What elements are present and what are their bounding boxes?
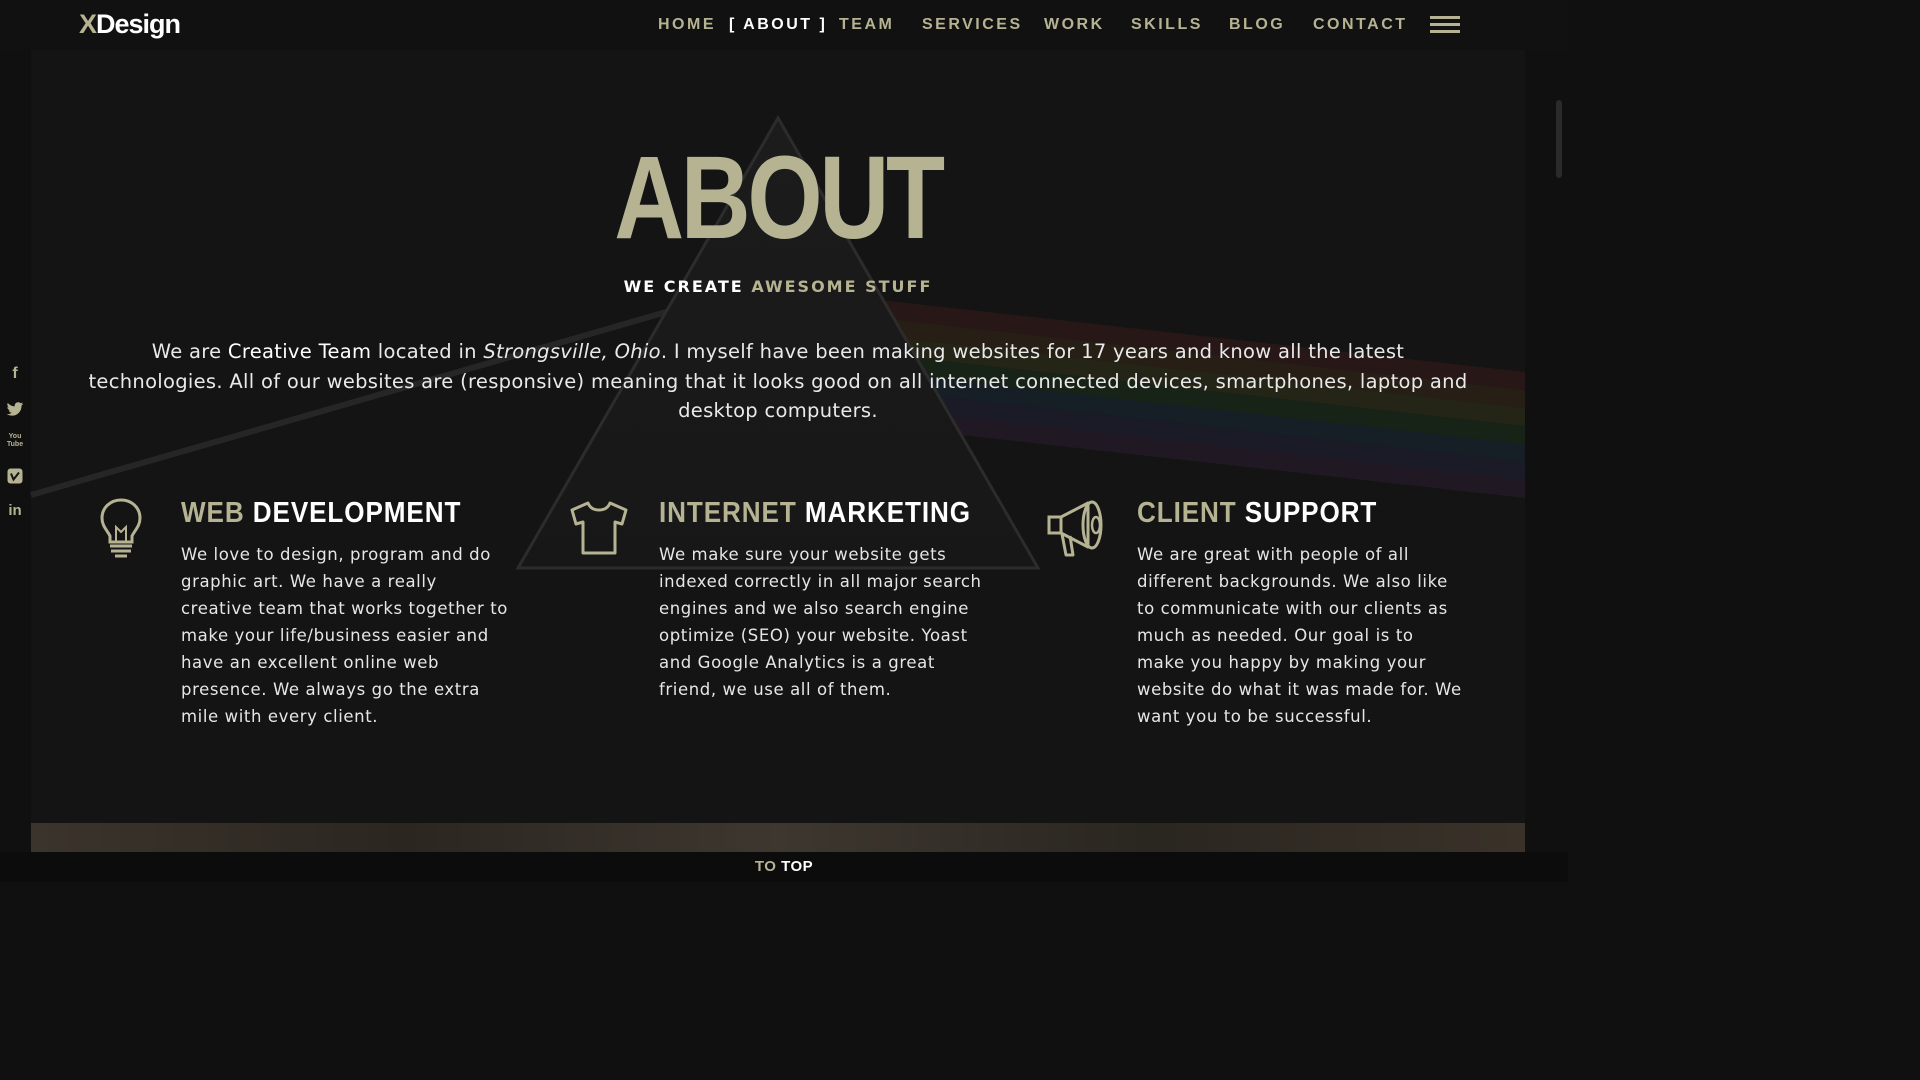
feature-title-client-support: CLIENT SUPPORT <box>1137 496 1377 530</box>
feature-title-white: MARKETING <box>804 497 972 529</box>
linkedin-icon[interactable]: in <box>6 502 24 520</box>
feature-text-internet-marketing: We make sure your website gets indexed c… <box>659 545 982 699</box>
intro-text: located in <box>371 340 484 363</box>
logo-accent: X <box>79 9 97 39</box>
nav-link-team[interactable]: TEAM <box>839 14 894 36</box>
feature-title-internet-marketing: INTERNET MARKETING <box>659 496 971 530</box>
hamburger-icon[interactable] <box>1430 15 1460 35</box>
feature-title-white: SUPPORT <box>1244 497 1378 529</box>
intro-location: Strongsville, Ohio <box>483 340 661 363</box>
to-top-accent[interactable]: TO <box>755 858 777 875</box>
nav-link-about[interactable]: [ ABOUT ] <box>729 14 827 36</box>
page-title: ABOUT <box>614 132 945 264</box>
youtube-icon[interactable]: You Tube <box>6 433 24 451</box>
intro-strong: Creative Team <box>227 340 372 363</box>
top-navigation-bar: XDesign HOME [ ABOUT ] TEAM SERVICES WOR… <box>0 0 1568 50</box>
nav-link-contact[interactable]: CONTACT <box>1313 14 1408 36</box>
lightbulb-icon <box>100 498 142 558</box>
nav-link-home[interactable]: HOME <box>658 14 716 36</box>
megaphone-icon <box>1047 500 1103 557</box>
intro-text: We are <box>151 340 228 363</box>
feature-title-accent: WEB <box>181 497 245 529</box>
vimeo-icon[interactable] <box>6 468 24 486</box>
subtitle-white: WE CREATE <box>623 277 744 296</box>
feature-text-client-support: We are great with people of all differen… <box>1137 545 1462 726</box>
scrollbar[interactable] <box>1556 100 1562 178</box>
feature-text-web-development: We love to design, program and do graphi… <box>181 545 509 726</box>
to-top-bar: TO TOP <box>0 852 1568 882</box>
twitter-icon[interactable] <box>6 400 24 418</box>
page-subtitle: WE CREATE AWESOME STUFF <box>0 276 1556 298</box>
facebook-icon[interactable]: f <box>6 365 24 383</box>
nav-link-services[interactable]: SERVICES <box>922 14 1023 36</box>
feature-title-accent: CLIENT <box>1137 497 1237 529</box>
logo[interactable]: XDesign <box>79 9 181 39</box>
nav-link-blog[interactable]: BLOG <box>1229 14 1285 36</box>
feature-title-accent: INTERNET <box>659 497 797 529</box>
to-top-link[interactable]: TOP <box>781 858 813 875</box>
tshirt-icon <box>570 501 628 555</box>
logo-text: Design <box>96 9 181 39</box>
nav-link-work[interactable]: WORK <box>1044 14 1105 36</box>
subtitle-accent: AWESOME STUFF <box>751 277 933 296</box>
intro-paragraph: We are Creative Team located in Strongsv… <box>86 337 1470 426</box>
next-section-banner <box>31 823 1525 852</box>
feature-title-white: DEVELOPMENT <box>252 497 462 529</box>
nav-link-skills[interactable]: SKILLS <box>1131 14 1203 36</box>
feature-title-web-development: WEB DEVELOPMENT <box>181 496 461 530</box>
